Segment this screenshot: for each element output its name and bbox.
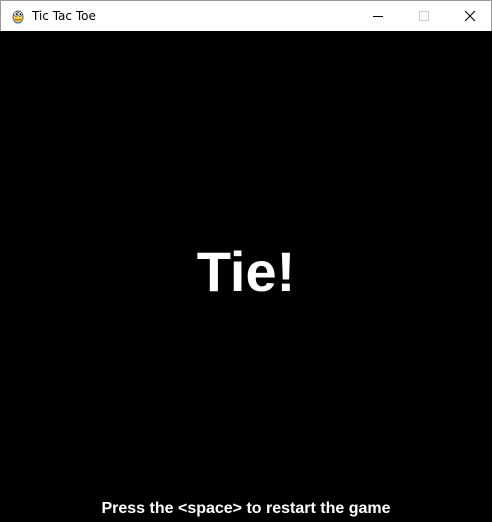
maximize-button[interactable] — [401, 1, 447, 31]
restart-hint-text: Press the <space> to restart the game — [101, 500, 391, 517]
game-window: Tic Tac Toe Tie! Press the <space> to re… — [0, 0, 492, 522]
game-result-text: Tie! — [196, 240, 296, 303]
window-title: Tic Tac Toe — [32, 9, 96, 23]
pygame-snake-icon — [10, 8, 26, 24]
minimize-icon — [373, 16, 383, 17]
maximize-icon — [419, 11, 429, 21]
close-icon — [464, 10, 476, 22]
game-canvas[interactable]: Tie! Press the <space> to restart the ga… — [1, 31, 491, 521]
minimize-button[interactable] — [355, 1, 401, 31]
title-bar[interactable]: Tic Tac Toe — [0, 0, 492, 31]
close-button[interactable] — [447, 1, 492, 31]
